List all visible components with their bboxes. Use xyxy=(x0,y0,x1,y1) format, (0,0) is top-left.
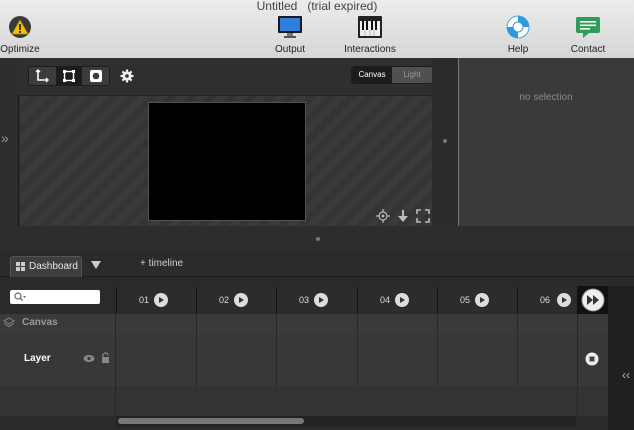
help-button[interactable]: Help xyxy=(500,0,536,58)
light-mode-button[interactable]: Light xyxy=(392,67,432,83)
frame-number: 02 xyxy=(219,295,230,305)
output-label: Output xyxy=(274,44,306,55)
monitor-icon xyxy=(278,16,302,38)
fullscreen-icon[interactable] xyxy=(416,209,430,223)
grid-line xyxy=(276,314,277,386)
grid-line xyxy=(357,314,358,386)
horizontal-splitter[interactable] xyxy=(0,226,634,252)
play-icon[interactable] xyxy=(314,293,328,307)
frame-header-02[interactable]: 02 xyxy=(196,287,277,313)
play-icon[interactable] xyxy=(475,293,489,307)
left-panel-toggle-strip[interactable]: » xyxy=(0,58,19,226)
eye-icon[interactable] xyxy=(83,354,95,363)
tab-dropdown-icon[interactable] xyxy=(90,260,102,270)
canvas-view-controls xyxy=(376,208,430,224)
play-icon[interactable] xyxy=(395,293,409,307)
record-tool-button[interactable] xyxy=(83,67,109,85)
frame-number: 04 xyxy=(380,295,391,305)
collapse-panel-icon[interactable]: ‹‹ xyxy=(622,368,630,382)
frame-header-01[interactable]: 01 xyxy=(116,287,197,313)
group-label: Canvas xyxy=(22,317,58,328)
grid-line xyxy=(577,314,578,416)
expand-panel-icon[interactable]: » xyxy=(1,130,9,146)
fast-forward-cell xyxy=(577,286,608,314)
frame-number: 01 xyxy=(139,295,150,305)
record-icon xyxy=(90,70,102,82)
interactions-label: Interactions xyxy=(344,44,396,55)
gear-icon[interactable] xyxy=(120,69,134,83)
optimize-button[interactable]: Optimize xyxy=(0,0,40,58)
no-selection-label: no selection xyxy=(519,92,573,103)
layer-name[interactable]: Layer xyxy=(24,353,51,364)
frame-header-04[interactable]: 04 xyxy=(357,287,438,313)
transform-icon xyxy=(35,69,49,83)
canvas-stage[interactable] xyxy=(148,102,306,221)
search-icon xyxy=(14,292,26,301)
center-view-icon[interactable] xyxy=(376,209,390,223)
timeline-empty-area xyxy=(0,386,608,416)
contact-label: Contact xyxy=(570,44,606,55)
splitter-handle-icon[interactable] xyxy=(316,237,320,241)
grid-line xyxy=(517,314,518,386)
canvas-light-toggle: Canvas Light xyxy=(351,66,433,84)
stop-icon[interactable] xyxy=(585,352,599,366)
timeline-side-panel: ‹‹ xyxy=(608,286,634,430)
inspector-panel xyxy=(458,58,634,227)
warning-icon xyxy=(9,16,31,38)
tab-dashboard-label: Dashboard xyxy=(29,261,78,272)
layers-icon xyxy=(3,317,15,328)
timeline-scroll-thumb[interactable] xyxy=(118,418,304,424)
help-label: Help xyxy=(507,44,529,55)
panel-divider[interactable] xyxy=(432,58,458,226)
optimize-label: Optimize xyxy=(0,44,40,55)
grid-icon xyxy=(16,262,25,271)
frame-icon xyxy=(63,70,75,82)
frame-header-05[interactable]: 05 xyxy=(437,287,518,313)
download-icon[interactable] xyxy=(397,209,409,223)
lifebuoy-icon xyxy=(506,15,530,39)
transform-tool-button[interactable] xyxy=(29,67,55,85)
keyboard-piano-icon xyxy=(358,16,382,38)
play-icon[interactable] xyxy=(234,293,248,307)
lock-icon[interactable] xyxy=(101,352,110,364)
grid-line xyxy=(115,314,116,416)
canvas-mode-button[interactable]: Canvas xyxy=(352,67,392,83)
divider-handle-icon[interactable] xyxy=(443,139,447,143)
chat-bubble-icon xyxy=(576,17,600,38)
frame-number: 06 xyxy=(540,295,551,305)
play-icon[interactable] xyxy=(154,293,168,307)
window-title: Untitled (trial expired) xyxy=(0,0,634,12)
fast-forward-icon[interactable] xyxy=(581,288,605,312)
layer-search-input[interactable] xyxy=(10,290,100,304)
add-timeline-button[interactable]: + timeline xyxy=(140,258,183,269)
interactions-button[interactable]: Interactions xyxy=(340,0,400,58)
frame-number: 05 xyxy=(460,295,471,305)
play-icon[interactable] xyxy=(557,293,571,307)
canvas-tool-group xyxy=(28,66,110,86)
frame-tool-button[interactable] xyxy=(56,67,82,85)
grid-line xyxy=(196,314,197,386)
contact-button[interactable]: Contact xyxy=(566,0,610,58)
grid-line xyxy=(437,314,438,386)
frame-header-03[interactable]: 03 xyxy=(276,287,358,313)
frame-header-06[interactable]: 06 xyxy=(517,287,578,313)
output-button[interactable]: Output xyxy=(266,0,314,58)
tab-dashboard[interactable]: Dashboard xyxy=(10,256,82,277)
frame-number: 03 xyxy=(299,295,310,305)
